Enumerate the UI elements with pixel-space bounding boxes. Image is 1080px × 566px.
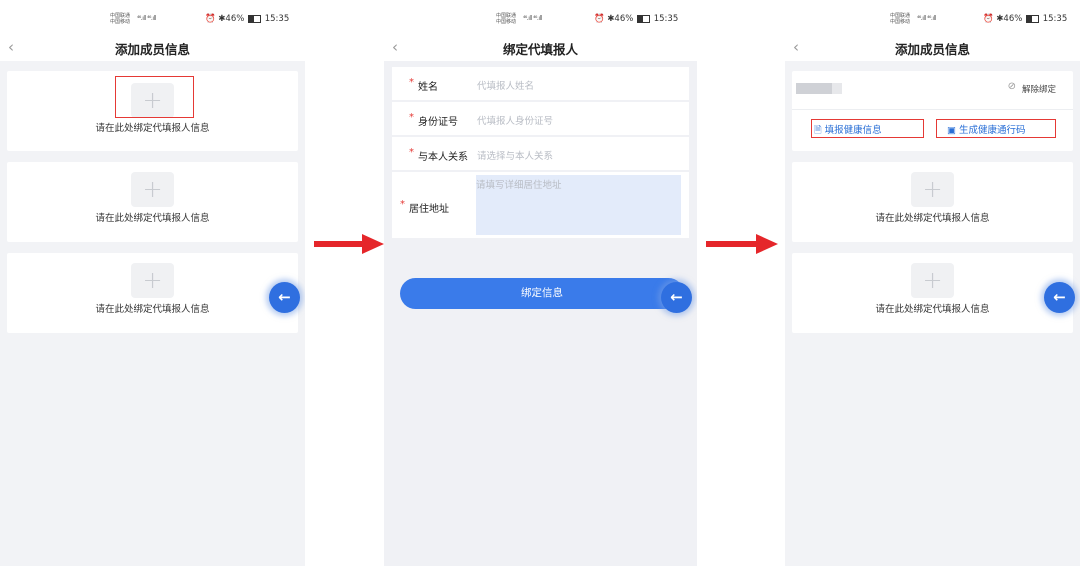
nav-bar: ‹ 绑定代填报人 bbox=[384, 36, 697, 61]
unbind-button[interactable]: 解除绑定 bbox=[1022, 83, 1056, 95]
battery-icon bbox=[248, 14, 262, 23]
status-right: ⏰ ✱46% 15:35 bbox=[594, 14, 679, 24]
plus-icon[interactable]: + bbox=[131, 263, 174, 298]
member-name-blurred bbox=[796, 83, 842, 94]
highlight-box bbox=[811, 119, 924, 138]
alarm-icon: ⏰ bbox=[983, 14, 994, 24]
highlight-box bbox=[115, 76, 194, 118]
status-bar: 中国联通 中国移动 ⁴⁶.ıll ⁴⁶.ıll ⏰ ✱46% 15:35 bbox=[0, 0, 305, 36]
bind-card[interactable]: + 请在此处绑定代填报人信息 bbox=[792, 162, 1073, 242]
id-number-input[interactable]: 代填报人身份证号 bbox=[477, 113, 553, 127]
nav-bar: ‹ 添加成员信息 bbox=[785, 36, 1080, 61]
name-input[interactable]: 代填报人姓名 bbox=[477, 78, 534, 92]
nav-bar: ‹ 添加成员信息 bbox=[0, 36, 305, 61]
bind-card-label: 请在此处绑定代填报人信息 bbox=[875, 304, 990, 315]
battery-icon bbox=[637, 14, 651, 23]
back-float-button[interactable]: ← bbox=[269, 282, 300, 313]
back-float-button[interactable]: ← bbox=[661, 282, 692, 313]
highlight-box bbox=[936, 119, 1056, 138]
unlink-icon[interactable]: ⊘ bbox=[1008, 81, 1016, 92]
relation-label: 与本人关系 bbox=[418, 152, 468, 163]
name-label: 姓名 bbox=[418, 82, 438, 93]
bind-card[interactable]: + 请在此处绑定代填报人信息 bbox=[7, 162, 298, 242]
carrier-label: 中国联通 中国移动 bbox=[496, 13, 517, 25]
flow-arrow bbox=[314, 234, 384, 254]
address-label: 居住地址 bbox=[409, 204, 449, 215]
screen-add-member: 中国联通 中国移动 ⁴⁶.ıll ⁴⁶.ıll ⏰ ✱46% 15:35 ‹ 添加… bbox=[0, 0, 305, 566]
battery-icon bbox=[1026, 14, 1040, 23]
plus-icon[interactable]: + bbox=[911, 172, 954, 207]
screen-bind-reporter: 中国联通 中国移动 ⁴⁶.ıll ⁴⁶.ıll ⏰ ✱46% 15:35 ‹ 绑定… bbox=[384, 0, 697, 566]
bind-card-label: 请在此处绑定代填报人信息 bbox=[95, 304, 210, 315]
plus-icon[interactable]: + bbox=[911, 263, 954, 298]
bind-card-label: 请在此处绑定代填报人信息 bbox=[95, 123, 210, 134]
page-title: 绑定代填报人 bbox=[502, 42, 578, 57]
relation-select[interactable]: 请选择与本人关系 bbox=[477, 148, 553, 162]
back-float-button[interactable]: ← bbox=[1044, 282, 1075, 313]
alarm-icon: ⏰ bbox=[594, 14, 605, 24]
status-right: ⏰ ✱46% 15:35 bbox=[205, 14, 290, 24]
bind-card-label: 请在此处绑定代填报人信息 bbox=[875, 213, 990, 224]
signal-icon: ⁴⁶.ıll ⁴⁶.ıll bbox=[137, 15, 156, 22]
carrier-label: 中国联通 中国移动 bbox=[890, 13, 911, 25]
id-field-row[interactable]: * 身份证号 代填报人身份证号 bbox=[392, 102, 689, 135]
status-right: ⏰ ✱46% 15:35 bbox=[983, 14, 1068, 24]
flow-arrow bbox=[706, 234, 778, 254]
arrow-left-icon: ← bbox=[278, 288, 291, 306]
bind-card-label: 请在此处绑定代填报人信息 bbox=[95, 213, 210, 224]
address-field-row[interactable]: * 居住地址 请填写详细居住地址 bbox=[392, 172, 689, 238]
page-title: 添加成员信息 bbox=[114, 42, 190, 57]
address-textarea[interactable]: 请填写详细居住地址 bbox=[476, 175, 681, 235]
relation-field-row[interactable]: * 与本人关系 请选择与本人关系 bbox=[392, 137, 689, 170]
bind-card[interactable]: + 请在此处绑定代填报人信息 bbox=[792, 253, 1073, 333]
bound-member-card: ⊘ 解除绑定 🗎 填报健康信息 ▣ 生成健康通行码 bbox=[792, 71, 1073, 151]
plus-icon[interactable]: + bbox=[131, 172, 174, 207]
arrow-left-icon: ← bbox=[670, 288, 683, 306]
bind-card[interactable]: + 请在此处绑定代填报人信息 bbox=[7, 253, 298, 333]
id-number-label: 身份证号 bbox=[418, 117, 458, 128]
signal-icon: ⁴⁶.ıll ⁴⁶.ıll bbox=[917, 15, 936, 22]
alarm-icon: ⏰ bbox=[205, 14, 216, 24]
status-bar: 中国联通 中国移动 ⁴⁶.ıll ⁴⁶.ıll ⏰ ✱46% 15:35 bbox=[785, 0, 1080, 36]
screen-member-bound: 中国联通 中国移动 ⁴⁶.ıll ⁴⁶.ıll ⏰ ✱46% 15:35 ‹ 添加… bbox=[785, 0, 1080, 566]
status-bar: 中国联通 中国移动 ⁴⁶.ıll ⁴⁶.ıll ⏰ ✱46% 15:35 bbox=[384, 0, 697, 36]
bind-info-button[interactable]: 绑定信息 bbox=[400, 278, 684, 309]
name-field-row[interactable]: * 姓名 代填报人姓名 bbox=[392, 67, 689, 100]
carrier-label: 中国联通 中国移动 bbox=[110, 13, 131, 25]
signal-icon: ⁴⁶.ıll ⁴⁶.ıll bbox=[523, 15, 542, 22]
arrow-left-icon: ← bbox=[1053, 288, 1066, 306]
page-title: 添加成员信息 bbox=[894, 42, 970, 57]
